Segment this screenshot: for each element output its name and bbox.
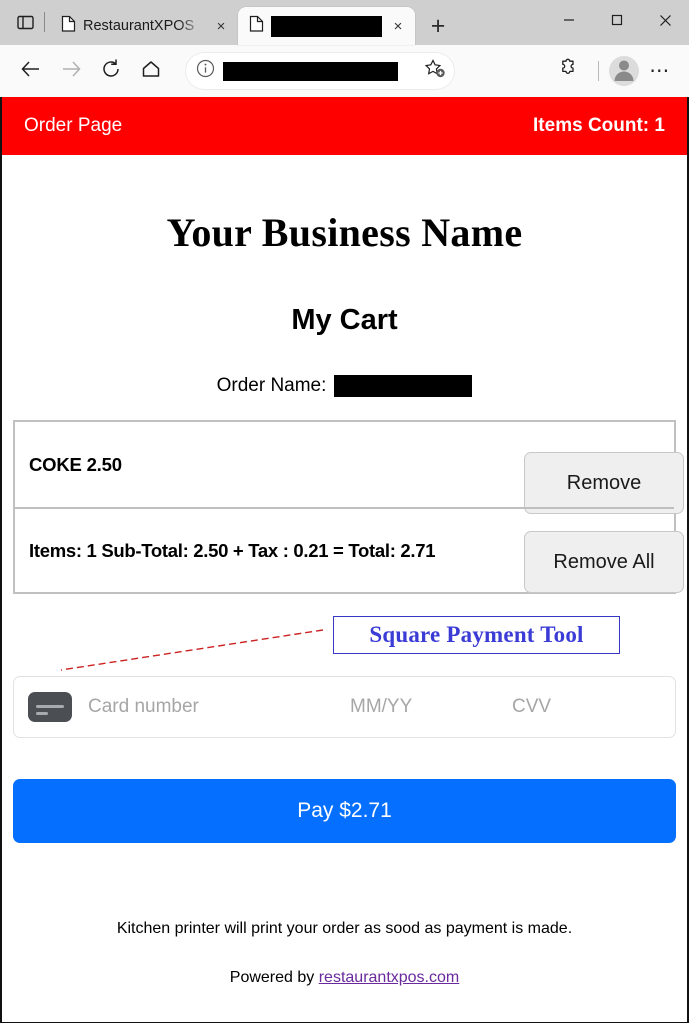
annotation-group: Square Payment Tool (13, 612, 676, 671)
home-button[interactable] (132, 52, 170, 90)
tab-title-redacted (271, 15, 382, 37)
window-controls (545, 0, 689, 45)
business-name: Your Business Name (166, 210, 523, 255)
star-add-icon[interactable] (424, 58, 446, 85)
items-count: Items Count: 1 (533, 115, 665, 137)
cart-table: COKE 2.50 Remove Items: 1 Sub-Total: 2.5… (13, 420, 684, 594)
tab-strip: RestaurantXPOS × × + (0, 0, 689, 45)
powered-by: Powered by restaurantxpos.com (13, 969, 676, 987)
remove-item-button[interactable]: Remove (524, 452, 684, 514)
order-name-label: Order Name: (216, 375, 327, 396)
card-number-input[interactable]: Card number (88, 696, 350, 718)
kitchen-printer-note: Kitchen printer will print your order as… (116, 920, 573, 937)
page-body: Your Business Name My Cart Order Name: C… (2, 209, 687, 987)
card-payment-form[interactable]: Card number MM/YY CVV (13, 676, 676, 738)
window-close-button[interactable] (641, 0, 689, 40)
tab-title: RestaurantXPOS (83, 18, 195, 34)
annotation-box: Square Payment Tool (333, 616, 620, 654)
toolbar-right-group: ⋯ (550, 52, 677, 90)
forward-arrow-icon (60, 58, 82, 85)
items-count-label: Items Count: (533, 115, 650, 136)
browser-tab-active-order-page[interactable]: × (238, 7, 415, 45)
puzzle-piece-icon (558, 58, 580, 85)
address-input[interactable] (223, 61, 416, 81)
tab-list-icon (16, 14, 34, 31)
reload-icon (100, 58, 122, 85)
home-icon (140, 58, 162, 85)
back-button[interactable] (12, 52, 50, 90)
page-title: Order Page (24, 115, 123, 136)
order-name-value-redacted (334, 375, 473, 397)
cart-item-description: COKE 2.50 (29, 453, 122, 475)
info-circle-icon[interactable] (196, 59, 215, 83)
browser-toolbar: ⋯ (0, 45, 689, 97)
extensions-button[interactable] (550, 52, 588, 90)
page-icon (249, 15, 264, 37)
profile-button[interactable] (609, 56, 639, 86)
browser-settings-button[interactable]: ⋯ (643, 54, 677, 88)
tab-close-button[interactable]: × (212, 17, 230, 35)
address-redacted (223, 61, 398, 81)
page-viewport: Order Page Items Count: 1 Your Business … (0, 97, 689, 1023)
items-count-value: 1 (654, 115, 665, 136)
browser-chrome: RestaurantXPOS × × + ⋯ (0, 0, 689, 97)
new-tab-button[interactable]: + (419, 7, 457, 45)
remove-all-button[interactable]: Remove All (524, 531, 684, 593)
cart-row: COKE 2.50 Remove (15, 422, 684, 514)
order-name-row: Order Name: (13, 375, 676, 397)
avatar-icon (609, 56, 639, 86)
window-minimize-button[interactable] (545, 0, 593, 40)
back-arrow-icon (20, 58, 42, 85)
powered-by-label: Powered by (229, 969, 315, 986)
browser-tab-restaurantxpos[interactable]: RestaurantXPOS × (50, 7, 238, 45)
cart-row: Items: 1 Sub-Total: 2.50 + Tax : 0.21 = … (15, 507, 684, 593)
card-expiry-input[interactable]: MM/YY (350, 696, 512, 718)
pay-button[interactable]: Pay $2.71 (13, 779, 676, 843)
tab-close-button[interactable]: × (389, 17, 407, 35)
card-cvv-input[interactable]: CVV (512, 696, 661, 718)
page-icon (61, 15, 76, 37)
reload-button[interactable] (92, 52, 130, 90)
tab-strip-divider (44, 12, 45, 32)
tab-list-button[interactable] (8, 0, 42, 45)
cart-totals-summary: Items: 1 Sub-Total: 2.50 + Tax : 0.21 = … (29, 539, 436, 561)
credit-card-icon (28, 692, 72, 722)
window-maximize-button[interactable] (593, 0, 641, 40)
annotation-label: Square Payment Tool (369, 622, 584, 647)
cart-heading: My Cart (291, 304, 398, 336)
toolbar-divider (598, 61, 599, 81)
site-header: Order Page Items Count: 1 (2, 97, 687, 155)
forward-button[interactable] (52, 52, 90, 90)
powered-by-link[interactable]: restaurantxpos.com (319, 969, 460, 986)
address-bar[interactable] (186, 53, 454, 89)
